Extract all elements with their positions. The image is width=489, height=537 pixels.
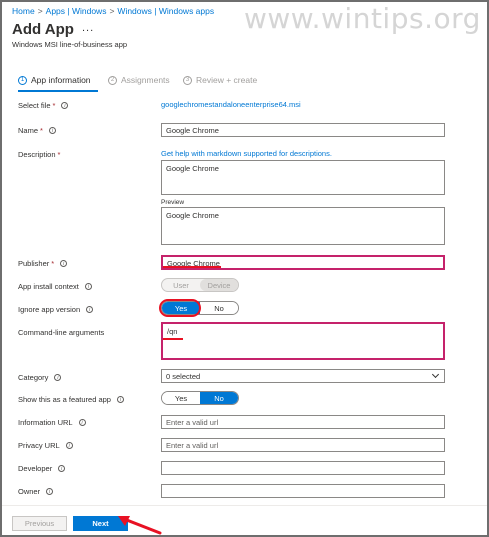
category-value: 0 selected: [166, 371, 201, 381]
chevron-down-icon: [431, 370, 440, 379]
name-label: Name * i: [18, 126, 56, 135]
step-label: Review + create: [196, 75, 258, 85]
toggle-option-no[interactable]: No: [200, 392, 238, 404]
cmdline-label: Command-line arguments: [18, 328, 105, 337]
description-label: Description *: [18, 150, 61, 159]
annotation-underline: [163, 338, 183, 340]
toggle-option-yes[interactable]: Yes: [162, 392, 200, 404]
info-icon[interactable]: i: [54, 374, 62, 381]
developer-input[interactable]: [161, 461, 445, 475]
publisher-label: Publisher * i: [18, 259, 68, 268]
info-icon[interactable]: i: [61, 102, 69, 109]
markdown-help-link[interactable]: Get help with markdown supported for des…: [161, 149, 332, 158]
breadcrumb-windows-apps[interactable]: Windows | Windows apps: [117, 6, 214, 16]
info-icon[interactable]: i: [116, 396, 124, 403]
footer-bar: Previous Next: [2, 505, 487, 535]
annotation-arrow-icon: [118, 516, 162, 535]
toggle-option-no[interactable]: No: [200, 302, 238, 314]
step-number: 1: [18, 75, 27, 85]
toggle-option-user: User: [173, 280, 189, 290]
toggle-option-device: Device: [200, 279, 238, 291]
page-title: Add App: [12, 21, 74, 38]
page-subtitle: Windows MSI line-of-business app: [12, 40, 128, 49]
category-label: Category i: [18, 373, 62, 382]
owner-input[interactable]: [161, 484, 445, 498]
info-icon[interactable]: i: [86, 306, 94, 313]
info-icon[interactable]: i: [58, 465, 66, 472]
annotation-outline: [159, 299, 201, 317]
breadcrumb-separator: >: [37, 6, 43, 16]
selected-file-link[interactable]: googlechromestandaloneenterprise64.msi: [161, 100, 301, 109]
step-number: 3: [183, 75, 192, 85]
step-label: Assignments: [121, 75, 170, 85]
preview-label: Preview: [161, 199, 185, 206]
info-icon[interactable]: i: [78, 419, 86, 426]
cmdline-textarea[interactable]: /qn: [161, 322, 445, 360]
install-context-label: App install context i: [18, 282, 92, 291]
tab-app-information[interactable]: 1 App information: [18, 75, 91, 85]
info-icon[interactable]: i: [46, 488, 54, 495]
more-options-icon[interactable]: ...: [82, 22, 94, 34]
install-context-toggle: User Device: [161, 278, 239, 292]
annotation-underline: [163, 266, 221, 268]
select-file-label: Select file * i: [18, 101, 69, 110]
owner-label: Owner i: [18, 487, 54, 496]
ignore-version-label: Ignore app version i: [18, 305, 94, 314]
developer-label: Developer i: [18, 464, 66, 473]
info-icon[interactable]: i: [65, 442, 73, 449]
name-input[interactable]: Google Chrome: [161, 123, 445, 137]
info-url-label: Information URL i: [18, 418, 86, 427]
breadcrumb-separator: >: [109, 6, 115, 16]
active-step-indicator: [18, 90, 98, 92]
featured-toggle: Yes No: [161, 391, 239, 405]
breadcrumb-apps-windows[interactable]: Apps | Windows: [46, 6, 107, 16]
info-icon[interactable]: i: [84, 283, 92, 290]
info-icon[interactable]: i: [60, 260, 68, 267]
info-icon[interactable]: i: [48, 127, 56, 134]
breadcrumb-home[interactable]: Home: [12, 6, 35, 16]
description-preview: Google Chrome: [161, 207, 445, 245]
featured-label: Show this as a featured app i: [18, 395, 124, 404]
watermark: www.wintips.org: [244, 2, 481, 35]
previous-button: Previous: [12, 516, 67, 531]
description-textarea[interactable]: Google Chrome: [161, 160, 445, 195]
step-number: 2: [108, 75, 117, 85]
info-url-input[interactable]: Enter a valid url: [161, 415, 445, 429]
category-dropdown[interactable]: 0 selected: [161, 369, 445, 383]
privacy-url-input[interactable]: Enter a valid url: [161, 438, 445, 452]
tab-review-create[interactable]: 3 Review + create: [183, 75, 257, 85]
step-label: App information: [31, 75, 91, 85]
tab-assignments[interactable]: 2 Assignments: [108, 75, 170, 85]
breadcrumb: Home > Apps | Windows > Windows | Windows ap…: [12, 6, 214, 16]
privacy-url-label: Privacy URL i: [18, 441, 73, 450]
